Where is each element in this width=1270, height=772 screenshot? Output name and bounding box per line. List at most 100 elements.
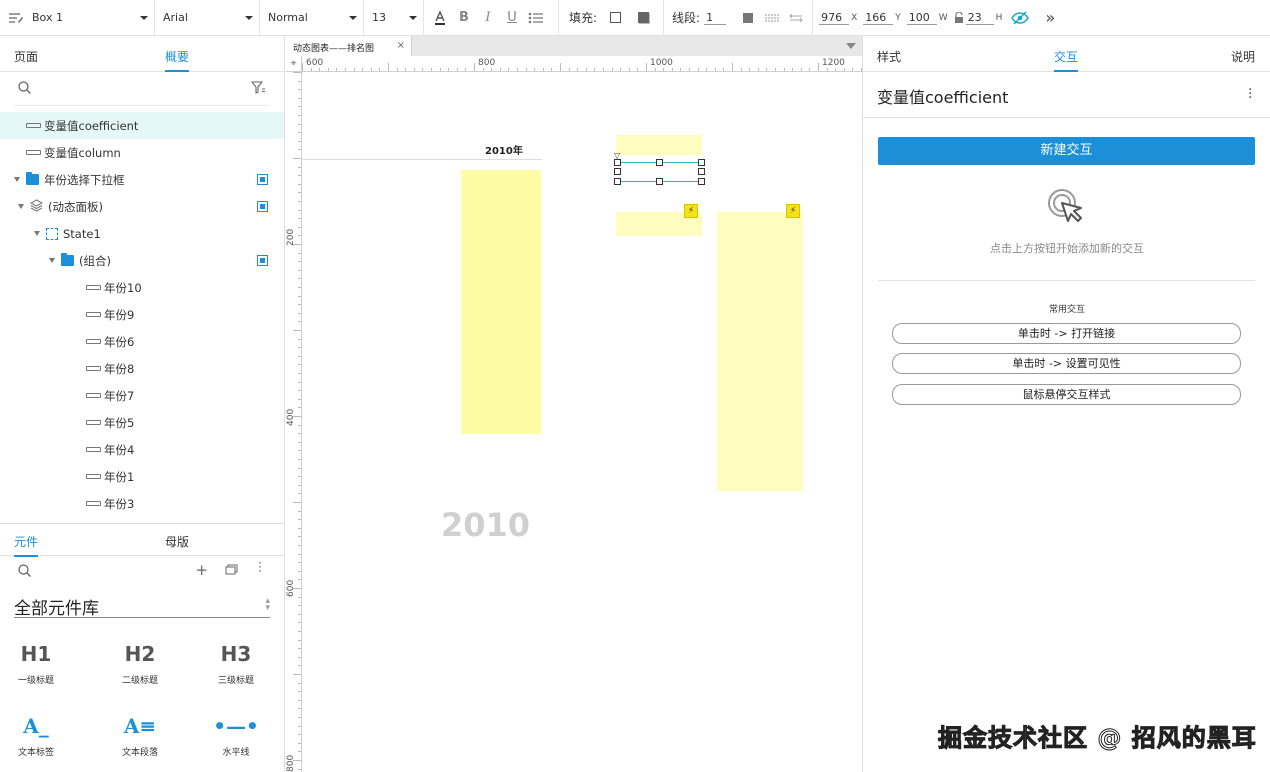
tab-masters[interactable]: 母版 xyxy=(165,533,189,550)
library-widget[interactable]: H2 二级标题 xyxy=(100,642,180,686)
outline-item[interactable]: 年份7 xyxy=(0,382,284,409)
outline-item[interactable]: 年份6 xyxy=(0,328,284,355)
expand-caret-icon[interactable] xyxy=(49,258,55,263)
outline-item[interactable]: 年份10 xyxy=(0,274,284,301)
bullet-list-icon[interactable] xyxy=(524,6,548,30)
right-panel: 样式 交互 说明 变量值coefficient · · · 新建交互 点击上方按钮开… xyxy=(862,36,1270,772)
library-widget[interactable]: H3 三级标题 xyxy=(196,642,276,686)
library-widget-icon: H2 xyxy=(124,642,156,666)
common-set-visibility-button[interactable]: 单击时 -> 设置可见性 xyxy=(892,353,1241,374)
outline-item[interactable]: 年份9 xyxy=(0,301,284,328)
resize-handle[interactable] xyxy=(656,178,663,185)
bar-column-left[interactable] xyxy=(461,170,541,434)
outline-item[interactable]: 年份1 xyxy=(0,463,284,490)
w-input[interactable]: 100 xyxy=(906,11,937,25)
library-menu-icon[interactable]: · · · xyxy=(258,557,262,577)
common-open-link-button[interactable]: 单击时 -> 打开链接 xyxy=(892,323,1241,344)
new-interaction-button[interactable]: 新建交互 xyxy=(878,137,1255,165)
tab-notes[interactable]: 说明 xyxy=(1231,48,1255,65)
library-widget[interactable]: A≡ 文本段落 xyxy=(100,714,180,758)
resize-handle[interactable] xyxy=(698,168,705,175)
underline-icon[interactable]: U xyxy=(500,6,524,30)
visibility-toggle-icon[interactable] xyxy=(257,255,268,266)
outline-item[interactable]: 年份3 xyxy=(0,490,284,517)
resize-handle[interactable] xyxy=(614,168,621,175)
outline-item-label: 年份7 xyxy=(104,388,135,403)
hide-visibility-icon[interactable] xyxy=(1008,6,1032,30)
resize-handle[interactable] xyxy=(698,159,705,166)
state-icon xyxy=(46,227,58,240)
tab-widgets[interactable]: 元件 xyxy=(14,533,39,557)
stroke-color-icon[interactable] xyxy=(736,6,760,30)
tab-interactions[interactable]: 交互 xyxy=(1054,48,1079,72)
filter-icon[interactable] xyxy=(250,81,266,97)
outline-search[interactable] xyxy=(14,72,270,106)
widget-name-field[interactable]: 变量值coefficient xyxy=(877,84,1008,108)
outline-item[interactable]: 变量值column xyxy=(0,139,284,166)
library-select[interactable]: 全部元件库 ▴ ▾ xyxy=(14,594,270,619)
tab-pages[interactable]: 页面 xyxy=(14,48,38,65)
library-widget[interactable]: A_ 文本标签 xyxy=(0,714,76,758)
text-color-icon[interactable] xyxy=(428,6,452,30)
visibility-toggle-icon[interactable] xyxy=(257,201,268,212)
bar-column-right[interactable] xyxy=(717,212,803,491)
font-size-select[interactable]: 13 xyxy=(364,0,424,36)
close-tab-icon[interactable]: × xyxy=(397,40,405,51)
x-input[interactable]: 976 xyxy=(819,11,850,25)
selected-widget[interactable]: ▽ xyxy=(614,151,705,185)
italic-icon[interactable]: I xyxy=(476,6,500,30)
stroke-pattern-icon[interactable] xyxy=(760,6,784,30)
tab-menu-icon[interactable] xyxy=(846,43,856,49)
visibility-toggle-icon[interactable] xyxy=(257,174,268,185)
bold-icon[interactable]: B xyxy=(452,6,476,30)
shadow-icon[interactable] xyxy=(631,6,655,30)
rotate-handle-icon[interactable]: ▽ xyxy=(614,151,620,160)
expand-more-icon[interactable]: » xyxy=(1038,6,1062,30)
outline-item[interactable]: 年份选择下拉框 xyxy=(0,166,284,193)
arrow-style-icon[interactable] xyxy=(784,6,808,30)
expand-caret-icon[interactable] xyxy=(34,231,40,236)
add-library-icon[interactable]: + xyxy=(195,561,208,579)
outline-item[interactable]: State1 xyxy=(0,220,284,247)
h-input[interactable]: 23 xyxy=(965,11,994,25)
resize-handle[interactable] xyxy=(614,159,621,166)
lock-icon[interactable] xyxy=(954,10,964,24)
library-title: 全部元件库 xyxy=(14,599,99,619)
outline-item[interactable]: 年份4 xyxy=(0,436,284,463)
outline-item[interactable]: 变量值coefficient xyxy=(0,112,284,139)
tab-outline[interactable]: 概要 xyxy=(165,48,190,72)
library-manage-icon[interactable] xyxy=(225,564,238,578)
outline-item[interactable]: 年份8 xyxy=(0,355,284,382)
expand-caret-icon[interactable] xyxy=(14,177,20,182)
design-stage[interactable]: 2010年 ⚡ ⚡ ▽ 2010 xyxy=(302,72,862,772)
outline-item[interactable]: (组合) xyxy=(0,247,284,274)
y-input[interactable]: 166 xyxy=(863,11,894,25)
library-widget-caption: 一级标题 xyxy=(17,676,54,686)
common-hover-style-button[interactable]: 鼠标悬停交互样式 xyxy=(892,384,1241,405)
interaction-bolt-icon[interactable]: ⚡ xyxy=(786,204,800,218)
more-options-icon[interactable]: · · · xyxy=(1248,83,1252,105)
fill-label: 填充: xyxy=(569,11,598,25)
font-family-select[interactable]: Arial xyxy=(155,0,260,36)
interaction-bolt-icon[interactable]: ⚡ xyxy=(684,204,698,218)
ruler-label: 1000 xyxy=(650,58,673,68)
fill-color-icon[interactable] xyxy=(603,6,627,30)
document-tab[interactable]: 动态图表——排名图 × xyxy=(286,36,412,56)
outline-item[interactable]: (动态面板) xyxy=(0,193,284,220)
library-widget-caption: 文本段落 xyxy=(121,748,158,758)
outline-item[interactable]: 年份5 xyxy=(0,409,284,436)
widget-type-select[interactable]: Box 1 xyxy=(0,0,155,36)
library-search[interactable]: + · · · xyxy=(14,556,270,586)
canvas-area: 动态图表——排名图 × ⌖ 600 800 1000 1200 200 400 600 80… xyxy=(286,36,862,772)
font-style-select[interactable]: Normal xyxy=(260,0,364,36)
outline-item-label: (组合) xyxy=(79,253,111,268)
resize-handle[interactable] xyxy=(656,159,663,166)
library-widget[interactable]: •—• 水平线 xyxy=(196,714,276,758)
stroke-width-input[interactable]: 1 xyxy=(704,11,727,25)
expand-caret-icon[interactable] xyxy=(18,204,24,209)
library-widget[interactable]: H1 一级标题 xyxy=(0,642,76,686)
resize-handle[interactable] xyxy=(698,178,705,185)
yellow-box-top[interactable] xyxy=(616,135,702,155)
tab-style[interactable]: 样式 xyxy=(877,48,901,65)
resize-handle[interactable] xyxy=(614,178,621,185)
